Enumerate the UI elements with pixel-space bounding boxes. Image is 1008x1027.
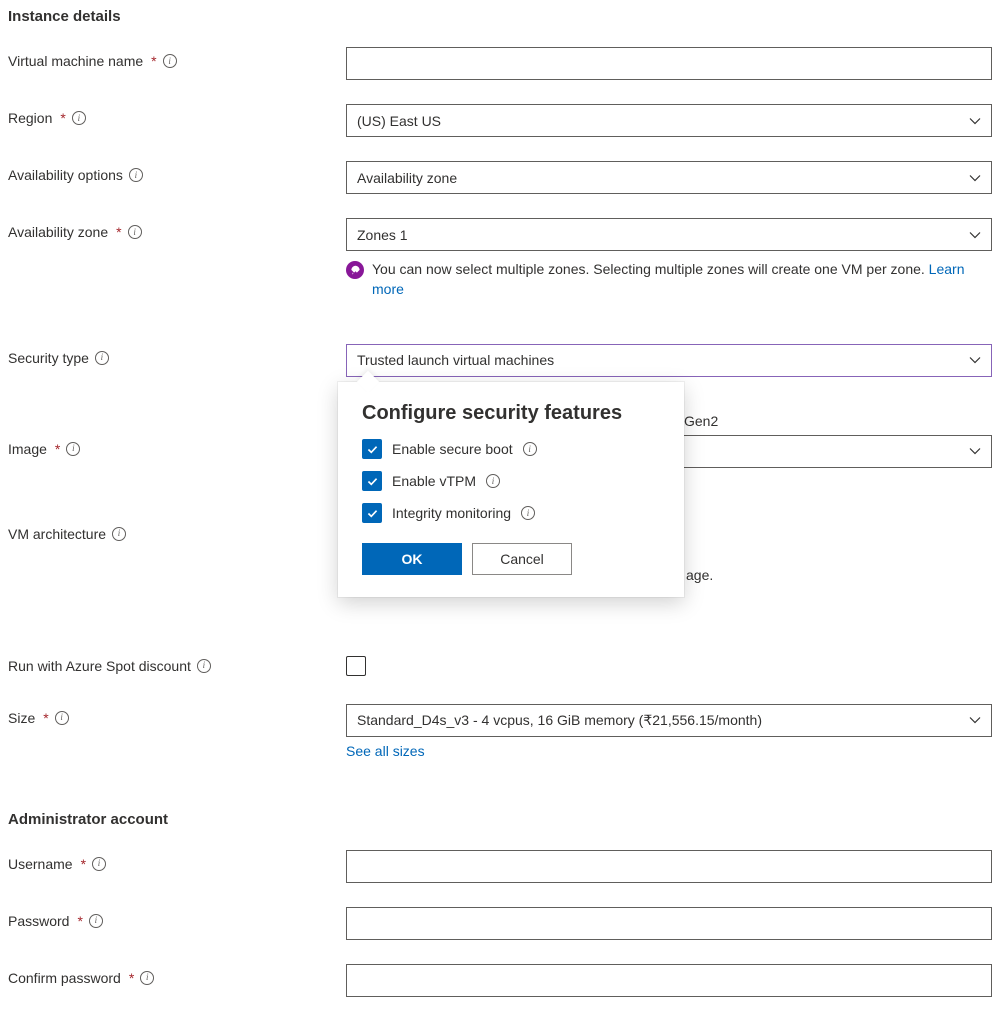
required-asterisk: * bbox=[55, 441, 60, 457]
info-icon[interactable]: i bbox=[112, 527, 126, 541]
info-icon[interactable]: i bbox=[140, 971, 154, 985]
section-admin-account: Administrator account bbox=[8, 811, 1000, 828]
chevron-down-icon bbox=[969, 229, 981, 241]
row-username: Username * i bbox=[8, 850, 1000, 883]
label-confirm-password: Confirm password * i bbox=[8, 964, 346, 986]
label-image: Image * i bbox=[8, 435, 346, 457]
integrity-checkbox[interactable] bbox=[362, 503, 382, 523]
image-gen2-fragment: Gen2 bbox=[684, 413, 718, 429]
secure-boot-label: Enable secure boot bbox=[392, 441, 513, 457]
info-icon[interactable]: i bbox=[66, 442, 80, 456]
label-size: Size * i bbox=[8, 704, 346, 726]
label-text-username: Username bbox=[8, 856, 73, 872]
row-confirm-password: Confirm password * i bbox=[8, 964, 1000, 997]
label-username: Username * i bbox=[8, 850, 346, 872]
security-type-select[interactable]: Trusted launch virtual machines bbox=[346, 344, 992, 377]
info-icon[interactable]: i bbox=[521, 506, 535, 520]
label-text-vm-arch: VM architecture bbox=[8, 526, 106, 542]
info-icon[interactable]: i bbox=[89, 914, 103, 928]
size-select[interactable]: Standard_D4s_v3 - 4 vcpus, 16 GiB memory… bbox=[346, 704, 992, 737]
label-vm-name: Virtual machine name * i bbox=[8, 47, 346, 69]
info-icon[interactable]: i bbox=[197, 659, 211, 673]
row-size: Size * i Standard_D4s_v3 - 4 vcpus, 16 G… bbox=[8, 704, 1000, 737]
region-select[interactable]: (US) East US bbox=[346, 104, 992, 137]
info-icon[interactable]: i bbox=[95, 351, 109, 365]
vtpm-checkbox[interactable] bbox=[362, 471, 382, 491]
chevron-down-icon bbox=[969, 714, 981, 726]
label-text-password: Password bbox=[8, 913, 69, 929]
label-text-avail-zone: Availability zone bbox=[8, 224, 108, 240]
info-icon[interactable]: i bbox=[486, 474, 500, 488]
label-text-image: Image bbox=[8, 441, 47, 457]
info-icon[interactable]: i bbox=[72, 111, 86, 125]
info-icon[interactable]: i bbox=[523, 442, 537, 456]
chevron-down-icon bbox=[969, 115, 981, 127]
popover-title: Configure security features bbox=[362, 402, 660, 425]
chevron-down-icon bbox=[969, 172, 981, 184]
chevron-down-icon bbox=[969, 445, 981, 457]
spot-discount-checkbox[interactable] bbox=[346, 656, 366, 676]
popover-buttons: OK Cancel bbox=[362, 543, 660, 575]
label-text-size: Size bbox=[8, 710, 35, 726]
label-text-region: Region bbox=[8, 110, 52, 126]
username-input[interactable] bbox=[346, 850, 992, 883]
row-vm-name: Virtual machine name * i bbox=[8, 47, 1000, 80]
confirm-password-input[interactable] bbox=[346, 964, 992, 997]
chevron-down-icon bbox=[969, 354, 981, 366]
vm-name-input[interactable] bbox=[346, 47, 992, 80]
required-asterisk: * bbox=[116, 224, 121, 240]
section-instance-details: Instance details bbox=[8, 8, 1000, 25]
see-all-sizes-link[interactable]: See all sizes bbox=[346, 743, 1000, 759]
zones-hint: You can now select multiple zones. Selec… bbox=[346, 259, 992, 300]
availability-zone-select[interactable]: Zones 1 bbox=[346, 218, 992, 251]
info-icon[interactable]: i bbox=[55, 711, 69, 725]
row-password: Password * i bbox=[8, 907, 1000, 940]
label-text-spot: Run with Azure Spot discount bbox=[8, 658, 191, 674]
label-password: Password * i bbox=[8, 907, 346, 929]
row-region: Region * i (US) East US bbox=[8, 104, 1000, 137]
required-asterisk: * bbox=[43, 710, 48, 726]
info-icon[interactable]: i bbox=[92, 857, 106, 871]
password-input[interactable] bbox=[346, 907, 992, 940]
row-spot-discount: Run with Azure Spot discount i bbox=[8, 652, 1000, 676]
rocket-icon bbox=[346, 261, 364, 279]
secure-boot-checkbox[interactable] bbox=[362, 439, 382, 459]
required-asterisk: * bbox=[151, 53, 156, 69]
zones-hint-text: You can now select multiple zones. Selec… bbox=[372, 259, 992, 300]
region-value: (US) East US bbox=[357, 113, 441, 129]
info-icon[interactable]: i bbox=[128, 225, 142, 239]
size-value: Standard_D4s_v3 - 4 vcpus, 16 GiB memory… bbox=[357, 712, 762, 729]
label-security-type: Security type i bbox=[8, 344, 346, 366]
info-icon[interactable]: i bbox=[163, 54, 177, 68]
label-availability-zone: Availability zone * i bbox=[8, 218, 346, 240]
required-asterisk: * bbox=[60, 110, 65, 126]
arch-age-fragment: age. bbox=[686, 567, 713, 583]
row-availability-options: Availability options i Availability zone bbox=[8, 161, 1000, 194]
integrity-row: Integrity monitoring i bbox=[362, 503, 660, 523]
info-icon[interactable]: i bbox=[129, 168, 143, 182]
security-type-value: Trusted launch virtual machines bbox=[357, 352, 554, 368]
label-vm-architecture: VM architecture i bbox=[8, 520, 346, 542]
label-region: Region * i bbox=[8, 104, 346, 126]
required-asterisk: * bbox=[81, 856, 86, 872]
ok-button[interactable]: OK bbox=[362, 543, 462, 575]
label-text-vm-name: Virtual machine name bbox=[8, 53, 143, 69]
label-availability-options: Availability options i bbox=[8, 161, 346, 183]
secure-boot-row: Enable secure boot i bbox=[362, 439, 660, 459]
cancel-button[interactable]: Cancel bbox=[472, 543, 572, 575]
required-asterisk: * bbox=[77, 913, 82, 929]
row-availability-zone: Availability zone * i Zones 1 bbox=[8, 218, 1000, 251]
label-spot-discount: Run with Azure Spot discount i bbox=[8, 652, 346, 674]
label-text-sec-type: Security type bbox=[8, 350, 89, 366]
security-features-popover: Configure security features Enable secur… bbox=[338, 382, 684, 597]
label-text-avail-opts: Availability options bbox=[8, 167, 123, 183]
vtpm-label: Enable vTPM bbox=[392, 473, 476, 489]
vtpm-row: Enable vTPM i bbox=[362, 471, 660, 491]
availability-zone-value: Zones 1 bbox=[357, 227, 408, 243]
availability-options-value: Availability zone bbox=[357, 170, 457, 186]
row-security-type: Security type i Trusted launch virtual m… bbox=[8, 344, 1000, 377]
availability-options-select[interactable]: Availability zone bbox=[346, 161, 992, 194]
integrity-label: Integrity monitoring bbox=[392, 505, 511, 521]
